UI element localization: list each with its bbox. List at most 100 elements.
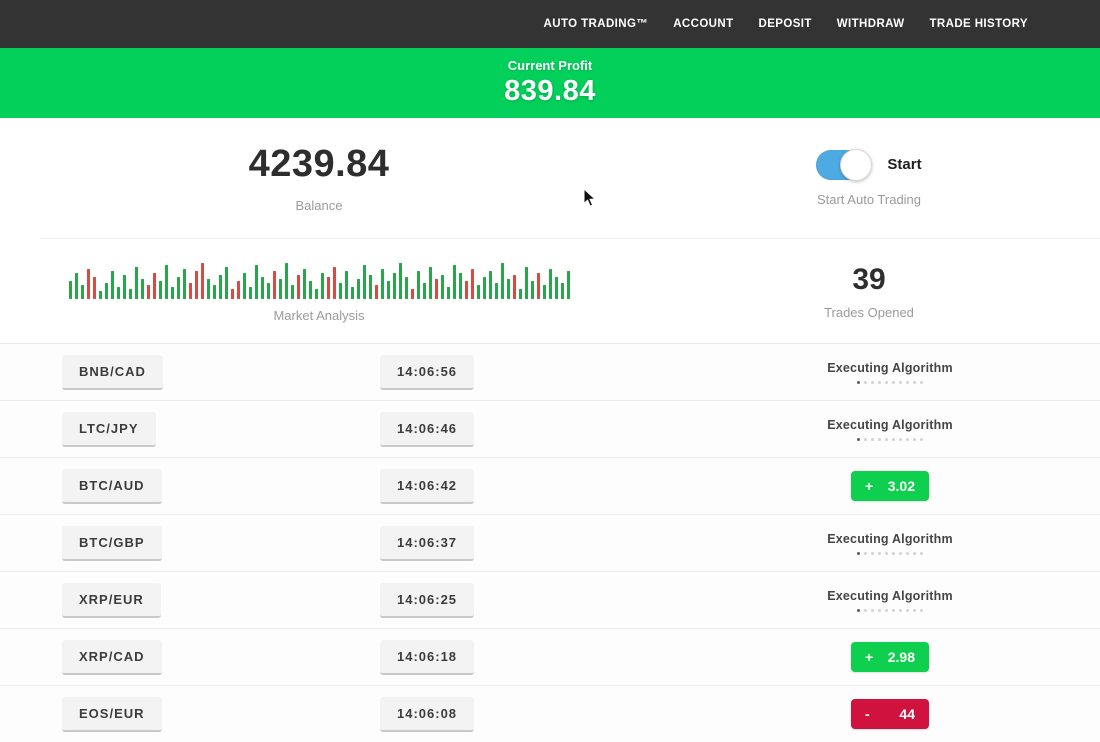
loading-dot: [857, 552, 860, 555]
candle-bar-up: [555, 277, 558, 299]
executing-algorithm-label: Executing Algorithm: [827, 589, 953, 603]
loading-dot: [878, 609, 881, 612]
market-analysis-chart: [69, 259, 570, 299]
candle-bar-up: [357, 279, 360, 299]
candle-bar-up: [501, 263, 504, 299]
candle-bar-up: [135, 267, 138, 299]
candle-bar-up: [105, 283, 108, 299]
loading-dots: [827, 381, 953, 384]
loading-dot: [864, 552, 867, 555]
candle-bar-down: [471, 269, 474, 299]
candle-bar-down: [231, 289, 234, 299]
candle-bar-down: [195, 271, 198, 299]
nav-item-trade-history[interactable]: TRADE HISTORY: [930, 18, 1029, 30]
candle-bar-up: [525, 267, 528, 299]
candle-bar-down: [435, 279, 438, 299]
candle-bar-up: [567, 271, 570, 299]
status-cell: Executing Algorithm: [827, 418, 953, 441]
candle-bar-up: [339, 283, 342, 299]
nav-item-account[interactable]: ACCOUNT: [673, 18, 733, 30]
candle-bar-up: [387, 281, 390, 299]
loading-dot: [885, 609, 888, 612]
candle-bar-up: [345, 271, 348, 299]
result-sign: -: [865, 706, 870, 722]
candle-bar-up: [369, 275, 372, 299]
candle-bar-up: [489, 271, 492, 299]
candle-bar-up: [315, 289, 318, 299]
profit-badge: +2.98: [851, 642, 929, 672]
candle-bar-up: [141, 279, 144, 299]
time-chip: 14:06:56: [380, 355, 474, 390]
time-chip: 14:06:42: [380, 469, 474, 504]
loading-dot: [857, 609, 860, 612]
trade-row: XRP/CAD14:06:18+2.98: [0, 628, 1100, 685]
loading-dot: [885, 438, 888, 441]
status-cell: Executing Algorithm: [827, 361, 953, 384]
candle-bar-up: [543, 285, 546, 299]
candle-bar-up: [309, 281, 312, 299]
candle-bar-up: [507, 279, 510, 299]
loading-dot: [906, 552, 909, 555]
balance-section: 4239.84 Balance Start Start Auto Trading: [0, 118, 1100, 238]
status-cell: +2.98: [851, 642, 929, 672]
executing-algorithm-label: Executing Algorithm: [827, 532, 953, 546]
status-cell: -44: [851, 699, 929, 729]
trade-row: BTC/AUD14:06:42+3.02: [0, 457, 1100, 514]
profit-badge: +3.02: [851, 471, 929, 501]
loss-badge: -44: [851, 699, 929, 729]
candle-bar-down: [147, 285, 150, 299]
candle-bar-up: [519, 289, 522, 299]
loading-dot: [871, 438, 874, 441]
candle-bar-up: [495, 283, 498, 299]
loading-dot: [920, 438, 923, 441]
trade-row: EOS/EUR14:06:08-44: [0, 685, 1100, 742]
loading-dot: [878, 552, 881, 555]
nav-item-deposit[interactable]: DEPOSIT: [759, 18, 812, 30]
trades-opened-value: 39: [852, 263, 885, 297]
candle-bar-up: [129, 289, 132, 299]
auto-trading-toggle[interactable]: [816, 150, 870, 180]
candle-bar-up: [81, 285, 84, 299]
candle-bar-up: [75, 273, 78, 299]
result-sign: +: [865, 649, 873, 665]
current-profit-label: Current Profit: [508, 58, 593, 73]
time-chip: 14:06:18: [380, 640, 474, 675]
loading-dot: [899, 438, 902, 441]
loading-dots: [827, 609, 953, 612]
candle-bar-up: [459, 273, 462, 299]
candle-bar-up: [399, 263, 402, 299]
result-sign: +: [865, 478, 873, 494]
loading-dot: [885, 381, 888, 384]
loading-dot: [864, 381, 867, 384]
loading-dots: [827, 438, 953, 441]
toggle-knob: [840, 149, 872, 181]
balance-value: 4239.84: [249, 143, 390, 186]
loading-dot: [857, 381, 860, 384]
candle-bar-up: [285, 263, 288, 299]
nav-item-withdraw[interactable]: WITHDRAW: [837, 18, 905, 30]
loading-dot: [871, 552, 874, 555]
candle-bar-up: [351, 287, 354, 299]
candle-bar-up: [447, 287, 450, 299]
candle-bar-up: [267, 283, 270, 299]
candle-bar-up: [531, 281, 534, 299]
loading-dot: [913, 552, 916, 555]
trade-row: BTC/GBP14:06:37Executing Algorithm: [0, 514, 1100, 571]
candle-bar-up: [549, 269, 552, 299]
candle-bar-up: [165, 265, 168, 299]
pair-chip: BTC/GBP: [62, 526, 162, 561]
nav-item-auto-trading[interactable]: AUTO TRADING™: [544, 18, 649, 30]
candle-bar-down: [327, 277, 330, 299]
candle-bar-down: [513, 275, 516, 299]
balance-label: Balance: [296, 198, 343, 213]
loading-dot: [892, 552, 895, 555]
pair-chip: LTC/JPY: [62, 412, 156, 447]
candle-bar-up: [255, 265, 258, 299]
time-chip: 14:06:08: [380, 697, 474, 732]
status-cell: Executing Algorithm: [827, 532, 953, 555]
candle-bar-up: [219, 275, 222, 299]
candle-bar-up: [321, 273, 324, 299]
loading-dot: [885, 552, 888, 555]
candle-bar-down: [153, 273, 156, 299]
candle-bar-up: [429, 267, 432, 299]
